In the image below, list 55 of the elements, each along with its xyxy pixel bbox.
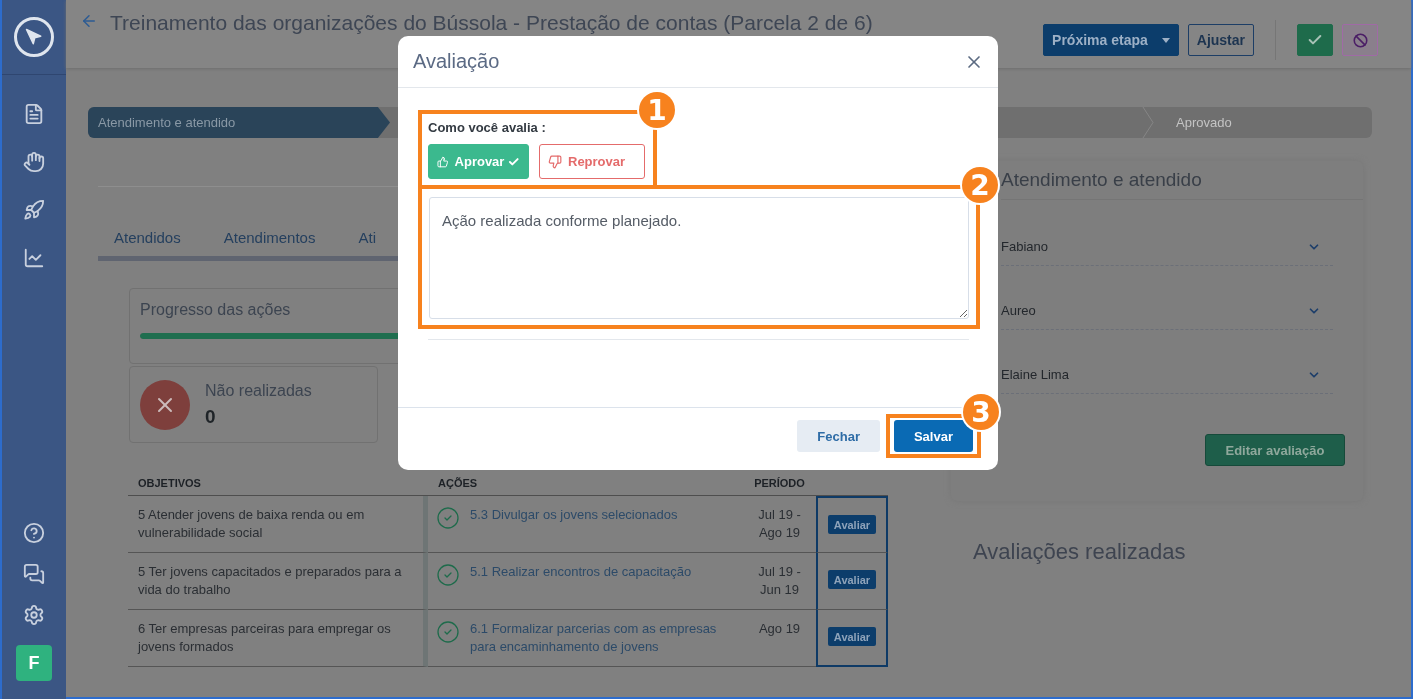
hand-icon[interactable] <box>23 151 45 173</box>
logo-icon[interactable] <box>14 17 54 57</box>
chat-icon[interactable] <box>23 563 45 585</box>
save-button[interactable]: Salvar <box>893 420 973 452</box>
summary-label: Não realizadas <box>205 381 312 400</box>
select-field[interactable]: Elaine Lima <box>1001 356 1333 394</box>
caret-icon <box>1161 37 1170 43</box>
step[interactable]: Atendimento e atendido <box>88 107 390 138</box>
action-link[interactable]: 5.3 Divulgar os jovens selecionados <box>470 506 678 552</box>
table-cell-text: Ago 19 <box>757 620 802 638</box>
summary-count: 0 <box>205 405 217 428</box>
tab[interactable]: Ati <box>358 229 376 246</box>
reject-button[interactable]: Reprovar <box>539 144 645 179</box>
table-cell: 5 Ter jovens capacitados e preparados para a vida do trabalho <box>128 553 428 610</box>
rocket-icon[interactable] <box>23 199 45 221</box>
table-cell-text: Jul 19 - Ago 19 <box>757 506 802 542</box>
chart-icon[interactable] <box>23 247 45 269</box>
action-link[interactable]: 6.1 Formalizar parcerias com as empresas para encaminhamento de jovens <box>470 620 733 666</box>
close-button[interactable]: Fechar <box>797 420 880 452</box>
card-title: Atendimento e atendido <box>1001 169 1363 200</box>
question-label: Como você avalia : <box>428 120 547 135</box>
table-cell: 6 Ter empresas parceiras para empregar os jovens formados <box>128 610 428 667</box>
document-icon[interactable] <box>23 103 45 125</box>
ban-icon <box>1352 32 1368 48</box>
dialog-title: Avaliação <box>413 50 500 73</box>
annotation-badge: 1 <box>639 92 675 128</box>
tab[interactable]: Atendidos <box>114 229 181 246</box>
select-field[interactable]: Fabiano <box>1001 228 1333 266</box>
block-icon-button[interactable] <box>1342 24 1378 56</box>
section-title: Avaliações realizadas <box>973 539 1187 565</box>
evaluate-button[interactable]: Avaliar <box>827 570 877 589</box>
comment-field[interactable]: Ação realizada conforme planejado. <box>429 197 969 319</box>
thumbs-up-icon <box>437 154 449 169</box>
table-cell-text: Jul 19 - Jun 19 <box>757 563 802 599</box>
adjust-button[interactable]: Ajustar <box>1187 24 1254 56</box>
select-field[interactable]: Aureo <box>1001 292 1333 330</box>
annotation-badge: 3 <box>963 394 999 430</box>
step[interactable]: Aprovado <box>1154 107 1372 138</box>
user-avatar[interactable]: F <box>16 645 52 681</box>
close-icon <box>140 379 190 430</box>
approve-button[interactable]: Aprovar <box>428 144 529 179</box>
action-link[interactable]: 5.1 Realizar encontros de capacitação <box>470 563 692 609</box>
card-title: Progresso das ações <box>140 301 292 319</box>
approve-icon-button[interactable] <box>1297 24 1333 56</box>
edit-evaluation-button[interactable]: Editar avaliação <box>1205 434 1345 466</box>
evaluate-button[interactable]: Avaliar <box>827 627 877 646</box>
tab[interactable]: Atendimentos <box>223 229 316 246</box>
settings-icon[interactable] <box>23 604 45 626</box>
next-step-button[interactable]: Próxima etapa <box>1043 24 1179 56</box>
annotation-badge: 2 <box>962 167 998 203</box>
table-cell: 5 Atender jovens de baixa renda ou em vulnerabilidade social <box>128 496 428 553</box>
help-icon[interactable] <box>23 522 45 544</box>
evaluate-button[interactable]: Avaliar <box>827 515 877 534</box>
page-title: Treinamento das organizações do Bússola - Prestação de contas (Parcela 2 de 6) <box>110 10 873 36</box>
thumbs-down-icon <box>548 154 562 169</box>
